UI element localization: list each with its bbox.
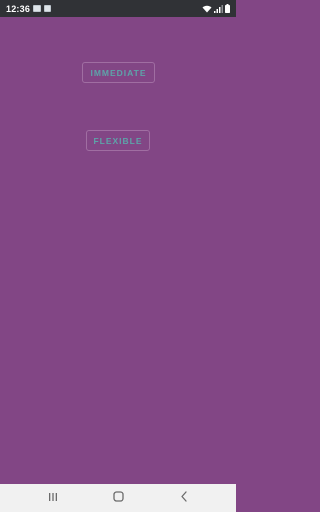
recents-icon — [48, 489, 58, 507]
home-button[interactable] — [93, 484, 143, 512]
back-button[interactable] — [159, 484, 209, 512]
immediate-button[interactable]: IMMEDIATE — [82, 62, 155, 83]
status-left: 12:36 — [6, 3, 52, 14]
status-right — [202, 4, 230, 13]
navigation-bar — [0, 484, 236, 512]
wifi-icon — [202, 5, 212, 13]
flexible-button[interactable]: FLEXIBLE — [86, 130, 150, 151]
app-notification-icon — [44, 5, 52, 12]
status-bar: 12:36 — [0, 0, 236, 17]
recents-button[interactable] — [28, 484, 78, 512]
signal-icon — [214, 4, 223, 13]
status-time: 12:36 — [6, 3, 31, 14]
home-icon — [112, 489, 124, 507]
battery-icon — [225, 4, 230, 13]
image-notification-icon — [33, 5, 42, 12]
back-icon — [180, 489, 188, 507]
app-content: IMMEDIATE FLEXIBLE — [0, 17, 236, 484]
